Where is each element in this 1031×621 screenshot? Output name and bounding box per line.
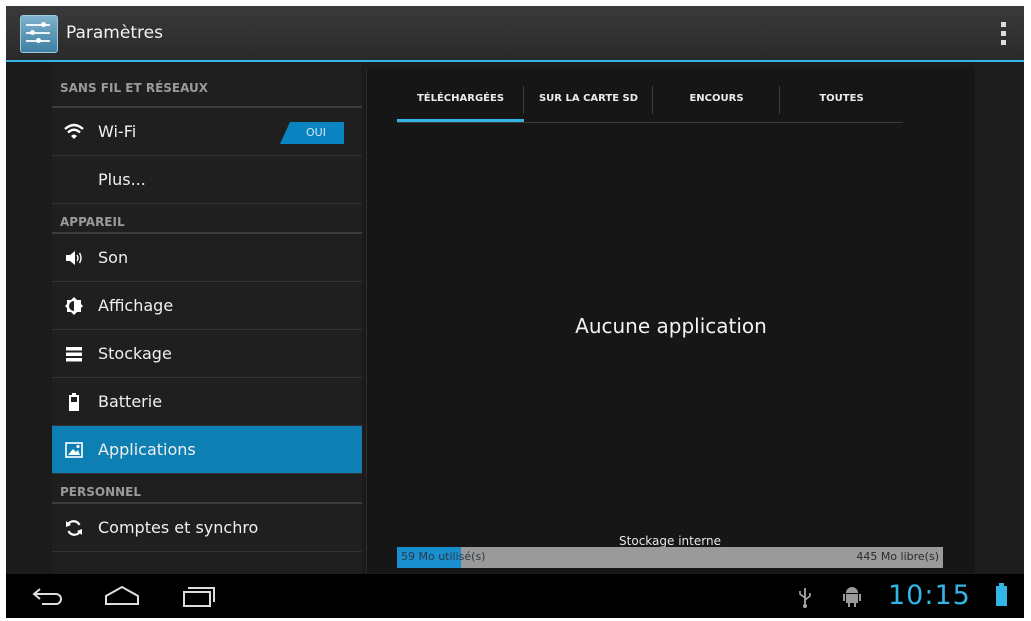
storage-title: Stockage interne	[619, 534, 721, 548]
tab-label: TOUTES	[819, 93, 864, 104]
tab-running[interactable]: ENCOURS	[653, 78, 780, 122]
sidebar-item-label: Batterie	[98, 392, 163, 411]
wifi-icon	[64, 123, 84, 139]
tab-all[interactable]: TOUTES	[780, 78, 903, 122]
app-tabs: TÉLÉCHARGÉES SUR LA CARTE SD ENCOURS TOU…	[397, 78, 903, 123]
sidebar-item-battery[interactable]: Batterie	[52, 378, 362, 426]
speaker-icon	[66, 251, 82, 265]
settings-app-icon[interactable]	[20, 15, 58, 53]
sidebar-item-label: Comptes et synchro	[98, 518, 259, 537]
usb-icon	[799, 588, 811, 608]
system-bar: 10:15	[6, 574, 1024, 618]
page-title: Paramètres	[66, 23, 163, 43]
section-header-device: APPAREIL	[52, 204, 362, 234]
sidebar-item-storage[interactable]: Stockage	[52, 330, 362, 378]
storage-icon	[66, 347, 82, 362]
storage-used-label: 59 Mo utilisé(s)	[401, 550, 486, 563]
storage-free-label: 445 Mo libre(s)	[856, 550, 939, 563]
tab-downloaded[interactable]: TÉLÉCHARGÉES	[397, 78, 524, 122]
sidebar-item-label: Applications	[98, 440, 196, 459]
section-header-wireless: SANS FIL ET RÉSEAUX	[52, 62, 362, 108]
status-battery-icon	[996, 583, 1007, 606]
sidebar-item-more[interactable]: Plus...	[52, 156, 362, 204]
battery-icon	[69, 393, 79, 411]
sidebar-item-label: Wi-Fi	[98, 122, 137, 141]
storage-usage-bar: 59 Mo utilisé(s) 445 Mo libre(s)	[397, 547, 943, 568]
tab-label: TÉLÉCHARGÉES	[416, 93, 505, 104]
empty-state-message: Aucune application	[575, 314, 767, 338]
back-icon[interactable]	[28, 582, 68, 610]
sidebar-item-sound[interactable]: Son	[52, 234, 362, 282]
sidebar-item-accounts[interactable]: Comptes et synchro	[52, 504, 362, 552]
section-header-personal: PERSONNEL	[52, 474, 362, 504]
sidebar-item-label: Stockage	[98, 344, 172, 363]
tab-label: SUR LA CARTE SD	[538, 93, 639, 104]
sidebar-item-label: Son	[98, 248, 129, 267]
sidebar-item-display[interactable]: Affichage	[52, 282, 362, 330]
wifi-toggle[interactable]: OUI	[280, 122, 344, 144]
action-bar: Paramètres	[6, 6, 1024, 62]
status-clock: 10:15	[888, 580, 971, 611]
sidebar-item-label: Plus...	[98, 170, 146, 189]
tab-sd-card[interactable]: SUR LA CARTE SD	[524, 78, 653, 122]
recent-apps-icon[interactable]	[178, 582, 218, 610]
sidebar-item-applications[interactable]: Applications	[52, 426, 362, 474]
home-icon[interactable]	[102, 582, 142, 610]
settings-screen: Paramètres SANS FIL ET RÉSEAUX Wi-Fi OUI…	[6, 6, 1024, 618]
applications-icon	[65, 442, 83, 458]
applications-panel: TÉLÉCHARGÉES SUR LA CARTE SD ENCOURS TOU…	[366, 68, 975, 573]
overflow-menu-icon[interactable]	[998, 20, 1008, 48]
sidebar-item-label: Affichage	[98, 296, 174, 315]
settings-sidebar: SANS FIL ET RÉSEAUX Wi-Fi OUI Plus... AP…	[52, 62, 362, 574]
android-debug-icon	[843, 587, 861, 607]
sidebar-item-wifi[interactable]: Wi-Fi OUI	[52, 108, 362, 156]
brightness-icon	[65, 297, 83, 315]
tab-label: ENCOURS	[689, 93, 744, 104]
right-column	[975, 62, 1024, 574]
sync-icon	[66, 520, 82, 536]
